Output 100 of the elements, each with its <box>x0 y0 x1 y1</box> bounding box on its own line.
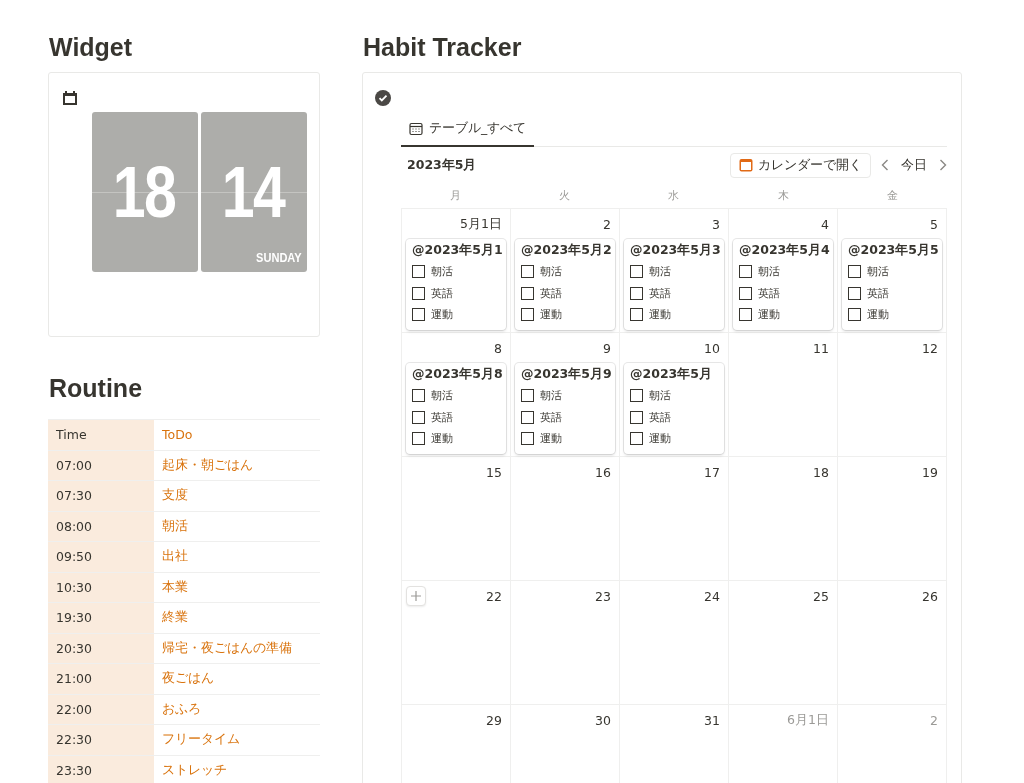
checkbox[interactable] <box>848 286 861 300</box>
day-number: 6月1日 <box>787 711 830 729</box>
checkbox[interactable] <box>630 308 643 322</box>
weekday-header: 火 <box>559 188 571 203</box>
next-icon[interactable] <box>939 159 947 171</box>
section-heading: Widget <box>49 32 134 62</box>
day-cell[interactable]: 2 @2023年5月2 朝活 英語 運動 <box>511 209 620 333</box>
entry-card[interactable]: @2023年5月2 朝活 英語 運動 <box>515 239 615 330</box>
day-cell[interactable]: 29 <box>402 705 511 783</box>
checkbox[interactable] <box>848 265 861 279</box>
habit-label: 朝活 <box>431 388 453 404</box>
today-button[interactable]: 今日 <box>899 156 929 174</box>
checkbox[interactable] <box>521 432 534 446</box>
entry-title: @2023年5月1 <box>412 242 501 259</box>
time-cell: 21:00 <box>48 664 154 694</box>
weekday-header: 金 <box>886 188 898 203</box>
checkbox[interactable] <box>521 286 534 300</box>
day-cell[interactable]: 18 <box>729 457 838 581</box>
day-number: 18 <box>813 464 830 480</box>
time-cell: 22:00 <box>48 694 154 724</box>
checkbox[interactable] <box>412 432 425 446</box>
entry-title: @2023年5月9 <box>521 366 610 383</box>
day-cell[interactable]: 12 <box>838 333 947 457</box>
day-cell[interactable]: 10 @2023年5月 朝活 英語 運動 <box>620 333 729 457</box>
entry-card[interactable]: @2023年5月1 朝活 英語 運動 <box>406 239 506 330</box>
entry-card[interactable]: @2023年5月9 朝活 英語 運動 <box>515 363 615 454</box>
day-cell[interactable]: 4 @2023年5月4 朝活 英語 運動 <box>729 209 838 333</box>
day-cell[interactable]: 9 @2023年5月9 朝活 英語 運動 <box>511 333 620 457</box>
checkbox[interactable] <box>630 432 643 446</box>
check-circle-icon <box>375 90 391 106</box>
day-cell[interactable]: 8 @2023年5月8 朝活 英語 運動 <box>402 333 511 457</box>
day-cell[interactable]: 26 <box>838 581 947 705</box>
weekday-header: 月 <box>450 188 462 203</box>
checkbox[interactable] <box>521 410 534 424</box>
day-cell[interactable]: 16 <box>511 457 620 581</box>
habit-label: 運動 <box>431 307 453 323</box>
day-cell[interactable]: 17 <box>620 457 729 581</box>
checkbox[interactable] <box>630 410 643 424</box>
checkbox[interactable] <box>521 389 534 403</box>
habit-label: 朝活 <box>867 264 889 280</box>
checkbox[interactable] <box>412 286 425 300</box>
checkbox[interactable] <box>630 265 643 279</box>
todo-cell-text: 終業 <box>161 608 189 627</box>
day-number: 25 <box>813 588 830 604</box>
day-cell[interactable]: 5月1日 @2023年5月1 朝活 英語 運動 <box>402 209 511 333</box>
day-number: 2 <box>603 216 612 232</box>
entry-card[interactable]: @2023年5月5 朝活 英語 運動 <box>842 239 942 330</box>
habit-label: 朝活 <box>649 388 671 404</box>
calendar-icon <box>62 90 78 106</box>
day-cell[interactable]: 23 <box>511 581 620 705</box>
column-header: Time <box>48 420 154 450</box>
checkbox[interactable] <box>630 389 643 403</box>
checkbox[interactable] <box>739 265 752 279</box>
checkbox[interactable] <box>412 389 425 403</box>
entry-card[interactable]: @2023年5月8 朝活 英語 運動 <box>406 363 506 454</box>
entry-title: @2023年5月5 <box>848 242 937 259</box>
entry-card[interactable]: @2023年5月3 朝活 英語 運動 <box>624 239 724 330</box>
day-number: 16 <box>595 464 612 480</box>
entry-card[interactable]: @2023年5月 朝活 英語 運動 <box>624 363 724 454</box>
time-cell: 09:50 <box>48 542 154 572</box>
habit-label: 運動 <box>540 431 562 447</box>
checkbox[interactable] <box>848 308 861 322</box>
habit-label: 英語 <box>540 285 562 301</box>
checkbox[interactable] <box>521 265 534 279</box>
checkbox[interactable] <box>739 286 752 300</box>
previous-icon[interactable] <box>881 159 889 171</box>
checkbox[interactable] <box>630 286 643 300</box>
column-header: ToDo <box>161 426 194 445</box>
habit-label: 英語 <box>540 409 562 425</box>
checkbox[interactable] <box>412 410 425 424</box>
habit-label: 運動 <box>540 307 562 323</box>
day-cell[interactable]: 25 <box>729 581 838 705</box>
day-cell[interactable]: 31 <box>620 705 729 783</box>
day-cell[interactable]: 30 <box>511 705 620 783</box>
checkbox[interactable] <box>521 308 534 322</box>
open-calendar-button[interactable]: カレンダーで開く <box>730 152 871 178</box>
view-tab[interactable]: テーブル_すべて <box>401 120 535 147</box>
habit-label: 英語 <box>649 285 671 301</box>
entry-title: @2023年5月4 <box>739 242 828 259</box>
day-number: 24 <box>704 588 721 604</box>
plus-icon <box>410 590 422 602</box>
day-number: 22 <box>486 588 503 604</box>
day-cell[interactable]: 15 <box>402 457 511 581</box>
day-cell[interactable]: 3 @2023年5月3 朝活 英語 運動 <box>620 209 729 333</box>
weekday-label: SUNDAY <box>255 250 302 265</box>
entry-card[interactable]: @2023年5月4 朝活 英語 運動 <box>733 239 833 330</box>
day-cell[interactable]: 11 <box>729 333 838 457</box>
day-number: 30 <box>595 712 612 728</box>
day-cell[interactable]: 19 <box>838 457 947 581</box>
habit-label: 朝活 <box>540 388 562 404</box>
day-cell[interactable]: 5 @2023年5月5 朝活 英語 運動 <box>838 209 947 333</box>
todo-cell-text: 帰宅・夜ごはんの準備 <box>161 638 293 657</box>
checkbox[interactable] <box>412 265 425 279</box>
checkbox[interactable] <box>412 308 425 322</box>
checkbox[interactable] <box>739 308 752 322</box>
day-cell[interactable]: 24 <box>620 581 729 705</box>
day-number: 9 <box>603 340 612 356</box>
day-cell[interactable]: 22 <box>402 581 511 705</box>
weekday-header: 木 <box>777 188 789 203</box>
habit-label: 朝活 <box>540 264 562 280</box>
